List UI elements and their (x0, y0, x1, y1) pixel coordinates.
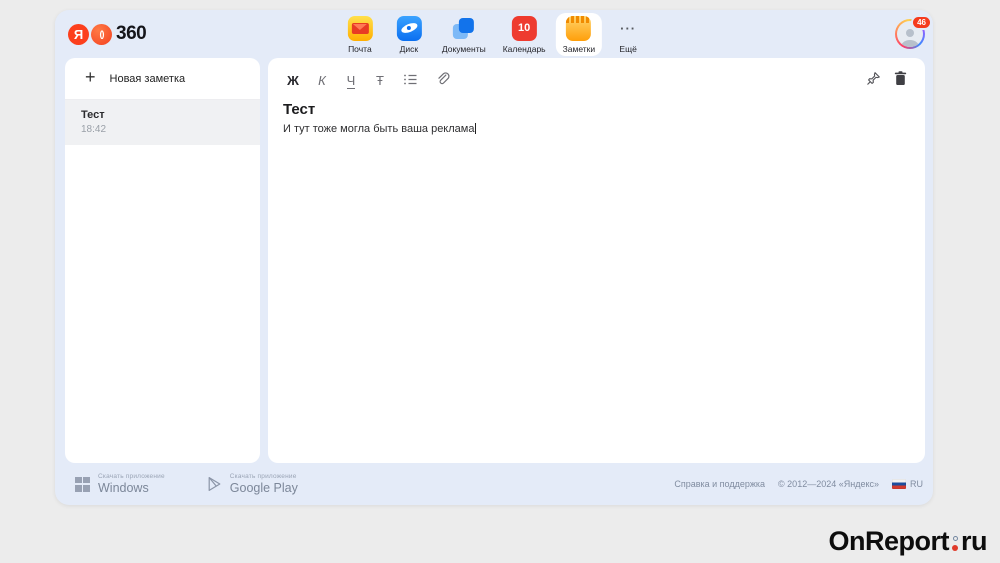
google-play-icon (207, 476, 222, 492)
notifications-badge: 46 (911, 15, 932, 30)
watermark-name: OnReport (829, 526, 950, 557)
watermark-tld: ru (961, 526, 987, 557)
nav-item-disk[interactable]: Диск (386, 13, 432, 56)
new-note-label: Новая заметка (110, 73, 186, 85)
nav-label-calendar: Календарь (503, 44, 546, 54)
calendar-icon: 10 (512, 16, 537, 41)
editor-toolbar: Ж К Ч Ŧ (268, 58, 925, 90)
onreport-watermark: OnReport ru (829, 526, 988, 557)
underline-button[interactable]: Ч (345, 73, 357, 89)
note-list-item[interactable]: Тест 18:42 (65, 100, 260, 145)
yandex-360-logo[interactable]: Я () 360 (68, 10, 146, 58)
notes-icon (566, 16, 591, 41)
more-dots-icon: ··· (616, 16, 641, 41)
nav-label-disk: Диск (400, 44, 418, 54)
list-button[interactable] (403, 72, 418, 90)
nav-label-notes: Заметки (563, 44, 596, 54)
copyright-text: © 2012—2024 «Яндекс» (778, 479, 879, 489)
nav-label-more: Ещё (619, 44, 636, 54)
windows-app-link[interactable]: Скачать приложение Windows (75, 473, 165, 495)
footer: Скачать приложение Windows Скачать прило… (55, 463, 933, 505)
help-link[interactable]: Справка и поддержка (674, 479, 765, 489)
logo-360-text: 360 (116, 23, 146, 45)
note-title[interactable]: Тест (283, 101, 925, 118)
nav-item-mail[interactable]: Почта (337, 13, 383, 56)
notes-sidebar: + Новая заметка Тест 18:42 (65, 58, 260, 463)
user-avatar[interactable]: 46 (895, 19, 925, 49)
windows-label: Windows (98, 481, 165, 495)
note-body[interactable]: И тут тоже могла быть ваша реклама (283, 123, 925, 135)
gplay-caption: Скачать приложение (230, 473, 298, 480)
russia-flag-icon (892, 479, 906, 489)
nav-item-notes[interactable]: Заметки (556, 13, 603, 56)
services-nav: Почта Диск Документы 10 Календарь Заметк… (337, 10, 651, 58)
disk-icon (396, 16, 421, 41)
strikethrough-button[interactable]: Ŧ (374, 73, 386, 89)
text-cursor (475, 123, 476, 134)
nav-label-mail: Почта (348, 44, 372, 54)
windows-icon (75, 477, 90, 492)
nav-item-more[interactable]: ··· Ещё (605, 13, 651, 56)
nav-item-documents[interactable]: Документы (435, 13, 493, 56)
watermark-colon-icon (952, 536, 958, 551)
footer-right: Справка и поддержка © 2012—2024 «Яндекс»… (674, 479, 923, 489)
language-code: RU (910, 479, 923, 489)
documents-icon (451, 16, 476, 41)
header: Я () 360 Почта Диск Документы 10 Календа… (55, 10, 933, 58)
mail-icon (347, 16, 372, 41)
yandex-logo-icon: Я (68, 24, 89, 45)
note-item-title: Тест (81, 109, 244, 121)
language-selector[interactable]: RU (892, 479, 923, 489)
new-note-button[interactable]: + Новая заметка (65, 58, 260, 100)
nav-item-calendar[interactable]: 10 Календарь (496, 13, 553, 56)
note-item-time: 18:42 (81, 124, 244, 135)
nav-label-documents: Документы (442, 44, 486, 54)
italic-button[interactable]: К (316, 73, 328, 89)
attach-button[interactable] (435, 71, 450, 90)
pin-icon[interactable] (866, 71, 881, 90)
windows-caption: Скачать приложение (98, 473, 165, 480)
plus-icon: + (85, 67, 96, 88)
360-ball-icon: () (91, 24, 112, 45)
app-window: Я () 360 Почта Диск Документы 10 Календа… (55, 10, 933, 505)
google-play-link[interactable]: Скачать приложение Google Play (207, 473, 298, 495)
bold-button[interactable]: Ж (287, 73, 299, 89)
note-editor-panel: Ж К Ч Ŧ (268, 58, 925, 463)
delete-icon[interactable] (894, 71, 907, 90)
gplay-label: Google Play (230, 481, 298, 495)
